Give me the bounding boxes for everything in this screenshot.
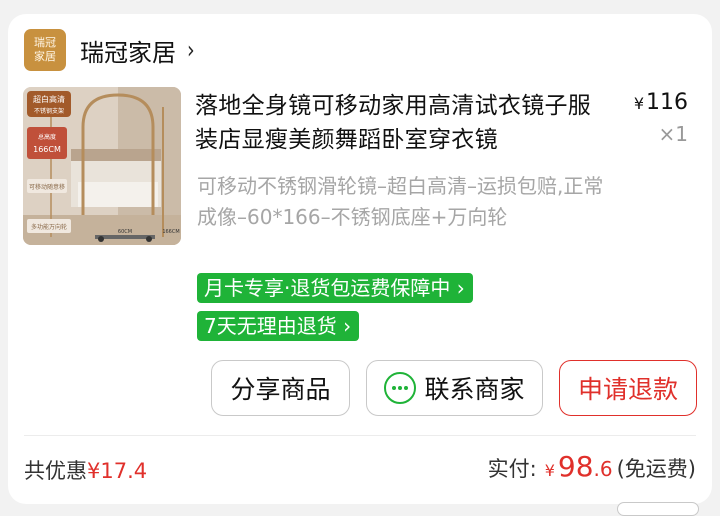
thumb-badge-1: 超白高清 (33, 94, 65, 104)
thumb-height-label: 总高度 (38, 133, 56, 141)
price-currency: ¥ (633, 94, 644, 113)
next-button-peek[interactable] (617, 502, 699, 516)
shop-logo: 瑞冠 家居 (24, 29, 66, 71)
chevron-right-icon: › (456, 276, 465, 300)
contact-seller-label: 联系商家 (424, 375, 525, 404)
chat-bubble-icon (384, 372, 417, 404)
discount-value: ¥17.4 (87, 459, 148, 483)
share-product-button[interactable]: 分享商品 (211, 360, 350, 416)
discount-summary: 共优惠¥17.4 (24, 455, 147, 485)
product-quantity: ×1 (658, 122, 688, 146)
price-value: 116 (646, 90, 688, 115)
discount-label: 共优惠 (24, 459, 87, 483)
thumb-side-label: 166CM (162, 229, 179, 235)
paid-label: 实付: (487, 457, 537, 481)
paid-currency: ¥ (544, 461, 555, 480)
tag-return-shipping-label: 月卡专享·退货包运费保障中 (204, 276, 451, 300)
thumb-badge-2: 不锈钢支架 (34, 107, 64, 115)
chevron-right-icon[interactable]: › (187, 36, 195, 64)
free-shipping-note: (免运费) (616, 457, 696, 481)
request-refund-button[interactable]: 申请退款 (559, 360, 697, 416)
product-image: 超白高清 不锈钢支架 总高度 166CM 可移动随意移 多功能万向轮 60CM … (23, 87, 181, 245)
shop-logo-line2: 家居 (34, 50, 56, 63)
divider (24, 435, 696, 436)
thumb-width-label: 60CM (118, 229, 132, 235)
share-product-label: 分享商品 (230, 375, 331, 404)
shop-logo-line1: 瑞冠 (34, 36, 56, 49)
product-thumbnail[interactable]: 超白高清 不锈钢支架 总高度 166CM 可移动随意移 多功能万向轮 60CM … (23, 87, 181, 245)
thumb-height-value: 166CM (33, 145, 61, 154)
order-card: 瑞冠 家居 瑞冠家居 › 超白高清 不锈钢支架 总高度 166CM 可移动随意移… (8, 14, 712, 504)
paid-amount-dec: .6 (593, 457, 613, 481)
tag-7day-return-label: 7天无理由退货 (204, 314, 337, 338)
shop-name[interactable]: 瑞冠家居 (80, 33, 176, 68)
product-spec: 可移动不锈钢滑轮镜–超白高清–运损包赔,正常成像–60*166–不锈钢底座+万向… (197, 174, 604, 229)
chevron-right-icon: › (343, 314, 352, 338)
request-refund-label: 申请退款 (577, 375, 678, 404)
contact-seller-button[interactable]: 联系商家 (366, 360, 543, 416)
product-price: ¥116 (634, 90, 688, 115)
shop-header[interactable]: 瑞冠 家居 瑞冠家居 › (24, 28, 196, 72)
tag-7day-return[interactable]: 7天无理由退货 › (197, 311, 360, 341)
thumb-opt-2: 多功能万向轮 (31, 223, 67, 231)
tag-return-shipping[interactable]: 月卡专享·退货包运费保障中 › (197, 273, 473, 303)
paid-summary: 实付: ¥ 98 .6 (免运费) (488, 450, 696, 483)
thumb-opt-1: 可移动随意移 (29, 183, 65, 191)
product-title[interactable]: 落地全身镜可移动家用高清试衣镜子服装店显瘦美颜舞蹈卧室穿衣镜 (195, 89, 613, 157)
paid-amount-int: 98 (557, 450, 594, 483)
